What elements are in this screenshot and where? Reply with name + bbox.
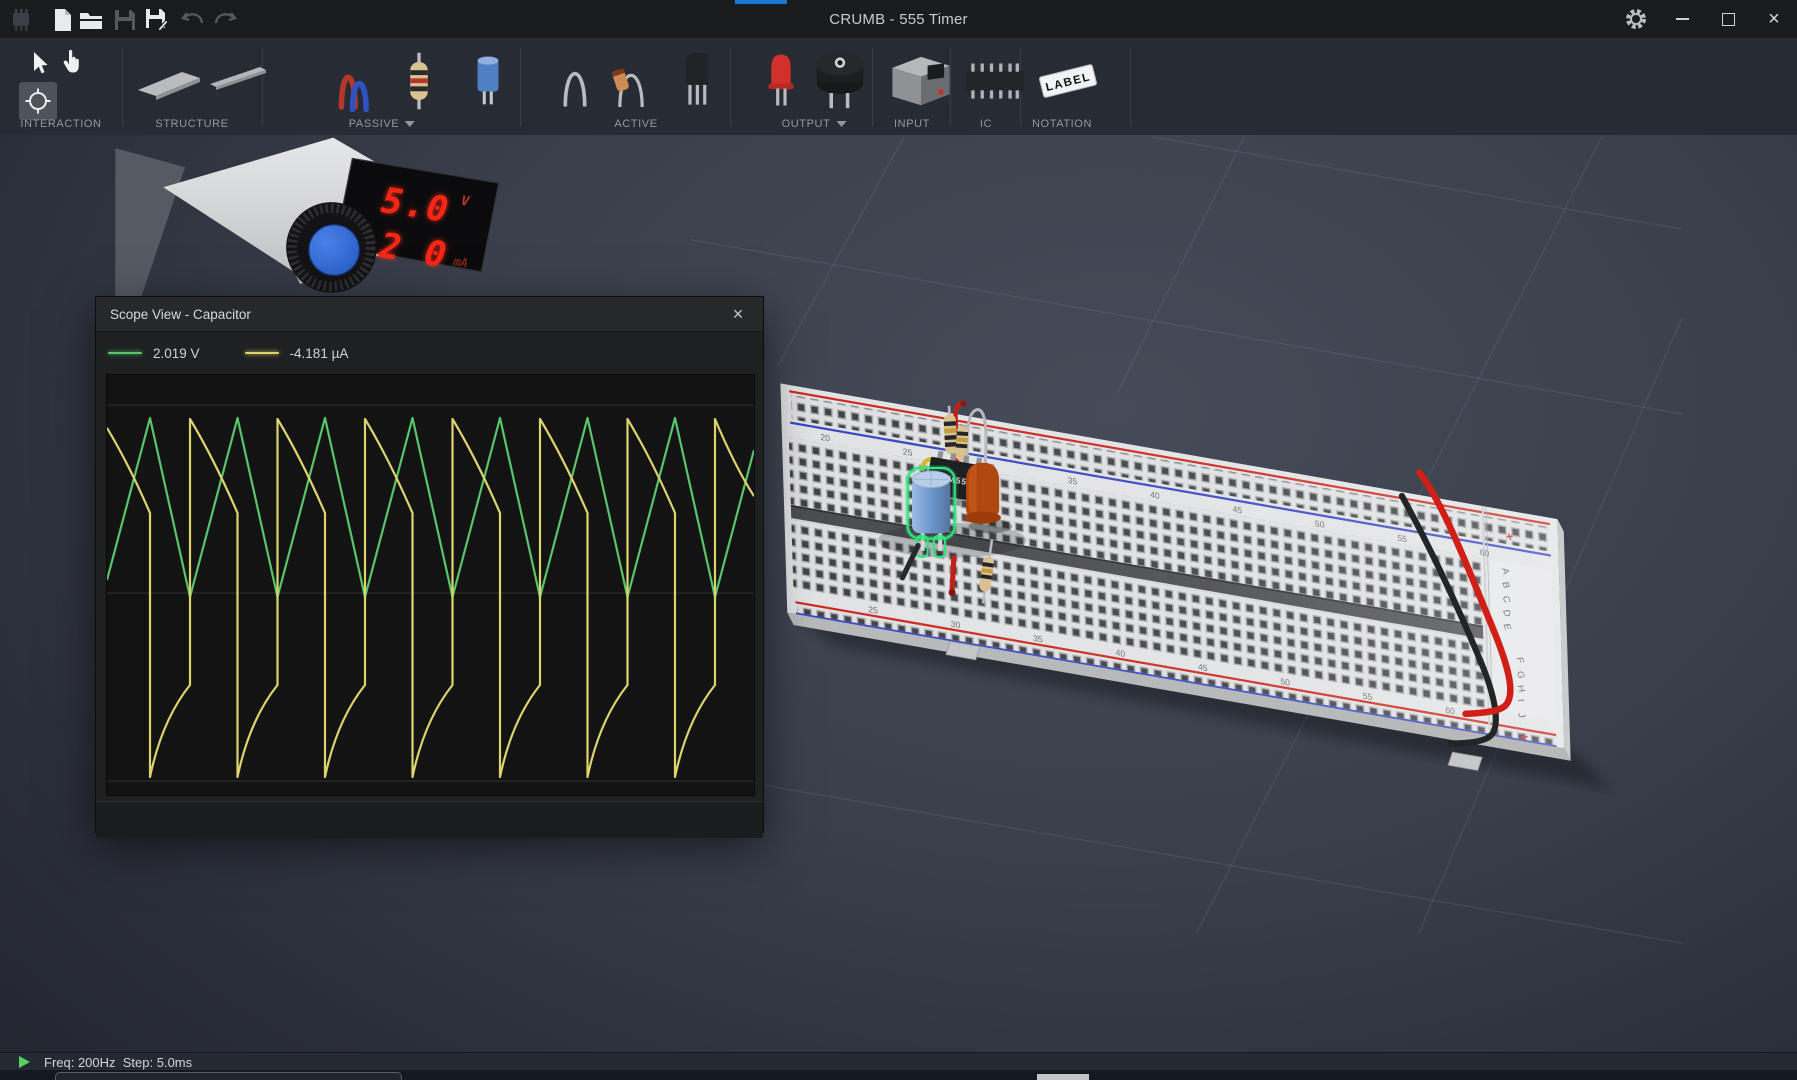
interact-tool-selected[interactable] — [19, 82, 57, 120]
breadboard-strip-icon[interactable] — [134, 62, 206, 107]
viewport-3d[interactable]: 5.0 V 2 0 mA — [0, 135, 1797, 1052]
power-supply-icon[interactable] — [888, 50, 954, 115]
current-value: -4.181 µA — [290, 346, 349, 361]
toolbar-divider — [122, 48, 123, 127]
transistor-component-icon[interactable] — [678, 48, 716, 117]
taskbar-sliver — [0, 1070, 1797, 1080]
titlebar[interactable]: CRUMB - 555 Timer × — [0, 0, 1797, 38]
section-label-ic: IC — [980, 118, 992, 130]
breadboard[interactable]: 2025303540455055602530354045505560ABCDEF… — [780, 383, 1612, 788]
hand-tool-icon[interactable] — [58, 48, 86, 83]
diode-component-icon[interactable] — [612, 50, 650, 117]
output-dropdown-arrow[interactable] — [836, 121, 846, 127]
scope-plot — [106, 374, 755, 796]
section-label-passive: PASSIVE — [349, 118, 415, 130]
minimize-icon — [1676, 18, 1689, 20]
crumb-app-window: CRUMB - 555 Timer × INTERACTION — [0, 0, 1797, 1080]
led-component-icon[interactable] — [764, 48, 798, 117]
led-orange[interactable] — [964, 463, 1001, 524]
close-button[interactable]: × — [1751, 0, 1797, 38]
resistor-component-icon[interactable] — [404, 50, 434, 117]
current-trace — [107, 419, 754, 777]
scope-window-header[interactable]: Scope View - Capacitor × — [96, 297, 763, 332]
statusbar: Freq: 200Hz Step: 5.0ms — [0, 1052, 1797, 1071]
label-notation-icon[interactable]: LABEL — [1036, 58, 1100, 109]
passive-dropdown-arrow[interactable] — [405, 121, 415, 127]
taskbar-app-indicator[interactable] — [1037, 1074, 1089, 1080]
titlebar-settings-button[interactable] — [1613, 0, 1659, 38]
section-label-input: INPUT — [894, 118, 930, 130]
maximize-button[interactable] — [1705, 0, 1751, 38]
legend-item-current: -4.181 µA — [245, 346, 349, 361]
psu-knob-cap[interactable] — [309, 225, 360, 276]
jumper-wire-icon[interactable] — [558, 50, 592, 117]
section-label-output: OUTPUT — [782, 118, 847, 130]
toolbar-divider — [730, 48, 731, 127]
scope-footer — [96, 801, 763, 838]
wire-red-stub[interactable] — [952, 558, 954, 591]
ic-chip-icon[interactable] — [962, 54, 1028, 111]
psu-current-unit: mA — [451, 254, 469, 270]
wire-component-icon[interactable] — [334, 50, 376, 117]
legend-item-voltage: 2.019 V — [108, 346, 200, 361]
section-label-interaction: INTERACTION — [20, 118, 101, 130]
capacitor-component-icon[interactable] — [474, 51, 502, 116]
scope-window-title: Scope View - Capacitor — [96, 307, 251, 322]
voltage-swatch — [108, 352, 142, 355]
simulation-status-text: Freq: 200Hz Step: 5.0ms — [44, 1055, 192, 1070]
section-label-notation: NOTATION — [1032, 118, 1092, 130]
current-swatch — [245, 352, 279, 355]
section-label-active: ACTIVE — [614, 118, 657, 130]
buzzer-component-icon[interactable] — [812, 46, 868, 117]
toolbar: INTERACTION STRUCTURE PASSIVE ACTI — [0, 38, 1797, 136]
taskbar-search-box[interactable] — [55, 1072, 402, 1080]
power-supply[interactable]: 5.0 V 2 0 mA — [163, 138, 499, 293]
scope-legend: 2.019 V -4.181 µA — [96, 332, 763, 374]
minimize-button[interactable] — [1659, 0, 1705, 38]
play-icon[interactable] — [19, 1056, 30, 1068]
cursor-tool-icon[interactable] — [28, 50, 52, 83]
maximize-icon — [1722, 13, 1735, 26]
target-icon — [25, 88, 51, 114]
scope-window: Scope View - Capacitor × 2.019 V -4.181 … — [95, 296, 764, 833]
window-title: CRUMB - 555 Timer — [0, 0, 1797, 38]
voltage-value: 2.019 V — [153, 346, 200, 361]
scope-close-button[interactable]: × — [723, 297, 753, 331]
section-label-structure: STRUCTURE — [155, 118, 228, 130]
toolbar-divider — [872, 48, 873, 127]
rod-icon[interactable] — [208, 60, 270, 101]
close-icon: × — [1768, 9, 1780, 29]
toolbar-divider — [520, 48, 521, 127]
toolbar-divider — [1130, 48, 1131, 127]
